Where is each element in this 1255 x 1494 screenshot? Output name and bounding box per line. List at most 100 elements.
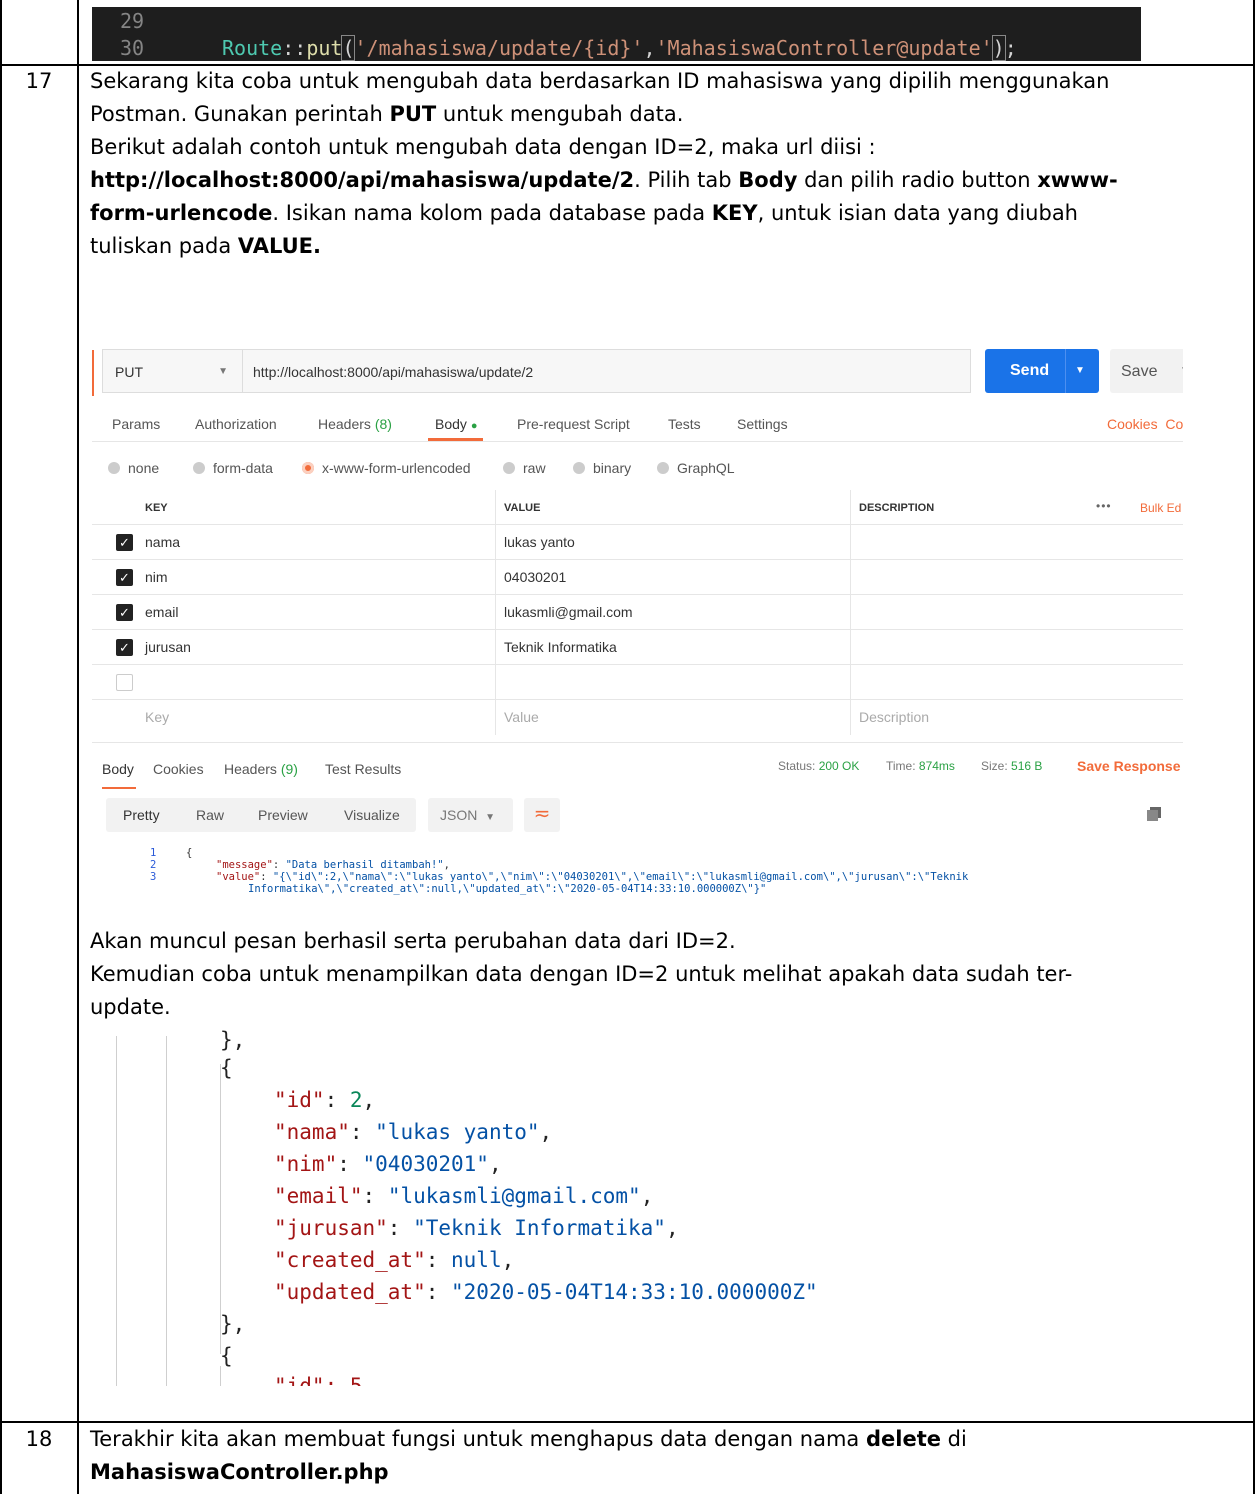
step18-line1: Terakhir kita akan membuat fungsi untuk … [90,1423,967,1456]
key-placeholder[interactable]: Key [137,700,495,735]
code-link-label: Co [1165,416,1183,432]
tab-settings[interactable]: Settings [737,416,788,432]
caret-down-icon: ▼ [218,366,228,377]
value-cell[interactable] [495,665,850,700]
save-button[interactable]: Save ▼ [1110,349,1183,393]
caret-down-icon[interactable]: ▼ [1075,365,1085,376]
tab-authorization[interactable]: Authorization [195,416,277,432]
bold-text: delete [865,1427,941,1451]
radio-form-data[interactable]: form-data [193,460,273,476]
json-value: "Teknik Informatika" [413,1216,666,1240]
description-placeholder[interactable]: Description [850,700,1183,735]
resp-tab-test-results[interactable]: Test Results [325,761,401,777]
view-preview[interactable]: Preview [258,807,308,823]
table-row: ✓ nim 04030201 [92,560,1183,595]
code-comma-token: , [643,36,656,60]
bulk-edit-link[interactable]: Bulk Ed [1140,501,1181,515]
radio-graphql[interactable]: GraphQL [657,460,735,476]
description-cell[interactable] [850,630,1183,665]
send-button[interactable]: Send ▼ [985,349,1099,393]
table-row-new: Key Value Description [92,700,1183,735]
resp-tab-body[interactable]: Body [102,761,134,777]
table-border-left [0,0,2,1494]
format-select[interactable]: JSON ▼ [428,798,513,832]
divider [1065,349,1066,393]
json-close-brace: }, [220,1312,246,1336]
line-number: 29 [120,9,145,33]
bold-text: Body [738,168,798,192]
radio-circle [503,462,515,474]
description-cell[interactable] [850,560,1183,595]
key-cell[interactable]: nim [137,560,495,595]
after-line1: Akan muncul pesan berhasil serta perubah… [90,929,736,953]
checkbox-checked[interactable]: ✓ [116,534,133,551]
bold-text: KEY [711,201,758,225]
tab-label: Headers [318,416,371,432]
json-value: "lukas yanto" [375,1120,540,1144]
radio-label: x-www-form-urlencoded [322,460,471,476]
description-cell[interactable] [850,525,1183,560]
step17-line2: Postman. Gunakan perintah PUT untuk meng… [90,98,683,131]
headers-count: (9) [280,761,298,777]
radio-binary[interactable]: binary [573,460,631,476]
radio-none[interactable]: none [108,460,159,476]
view-pretty[interactable]: Pretty [123,807,160,823]
checkbox-checked[interactable]: ✓ [116,569,133,586]
cookies-link[interactable]: Cookies Co [1107,416,1183,432]
key-cell[interactable]: jurusan [137,630,495,665]
tab-label: Headers [224,761,277,777]
description-cell[interactable] [850,595,1183,630]
description-cell[interactable] [850,665,1183,700]
body-type-radios: none form-data x-www-form-urlencoded raw… [92,450,1183,486]
json-line-next-id: "id": 5 [274,1374,363,1386]
resp-tab-headers[interactable]: Headers (9) [224,761,298,777]
radio-label: none [128,460,160,476]
text: Postman. Gunakan perintah [90,102,390,126]
view-mode-bar: Pretty Raw Preview Visualize [106,798,416,832]
tab-body[interactable]: Body ● [435,416,477,432]
tab-headers[interactable]: Headers (8) [318,416,392,432]
key-cell[interactable]: email [137,595,495,630]
bold-text: form-urlencode [90,201,273,225]
checkbox-checked[interactable]: ✓ [116,639,133,656]
json-line: "message": "Data berhasil ditambah!", [216,859,450,871]
route-code-snippet: 29 30 Route::put('/mahasiswa/update/{id}… [92,7,1141,61]
radio-raw[interactable]: raw [503,460,546,476]
checkbox-checked[interactable]: ✓ [116,604,133,621]
key-cell[interactable] [137,665,495,700]
bold-url: http://localhost:8000/api/mahasiswa/upda… [90,168,635,192]
send-label: Send [1010,362,1050,379]
value-cell[interactable]: 04030201 [495,560,850,595]
code-paren-token: ( [341,35,356,61]
step18-line2: MahasiswaController.php [90,1460,389,1484]
radio-circle [573,462,585,474]
text: untuk mengubah data. [436,102,684,126]
save-response-button[interactable]: Save Response [1077,758,1181,774]
text: di [940,1427,967,1451]
method-select[interactable]: PUT ▼ [102,349,242,393]
caret-down-icon[interactable]: ▼ [1180,365,1183,376]
text: dan pilih radio button [797,168,1038,192]
json-key: "jurusan" [274,1216,388,1240]
value-cell[interactable]: lukas yanto [495,525,850,560]
url-input[interactable]: http://localhost:8000/api/mahasiswa/upda… [242,349,971,393]
key-cell[interactable]: nama [137,525,495,560]
value-cell[interactable]: lukasmli@gmail.com [495,595,850,630]
value-placeholder[interactable]: Value [495,700,850,735]
accent-bar [92,350,94,396]
tab-params[interactable]: Params [112,416,160,432]
indent-guide [116,1036,117,1386]
copy-icon[interactable] [1147,807,1161,821]
value-cell[interactable]: Teknik Informatika [495,630,850,665]
view-raw[interactable]: Raw [196,807,224,823]
more-options-icon[interactable]: ••• [1096,499,1112,513]
resp-tab-cookies[interactable]: Cookies [153,761,204,777]
tab-pre-request-script[interactable]: Pre-request Script [517,416,630,432]
step17-line6: tuliskan pada VALUE. [90,230,321,263]
wrap-lines-icon[interactable]: ≂ [524,798,560,832]
radio-x-www-form-urlencoded[interactable]: x-www-form-urlencoded [302,460,471,476]
view-visualize[interactable]: Visualize [344,807,400,823]
tab-tests[interactable]: Tests [668,416,701,432]
checkbox-unchecked[interactable] [116,674,133,691]
code-separator-token: :: [282,36,307,60]
